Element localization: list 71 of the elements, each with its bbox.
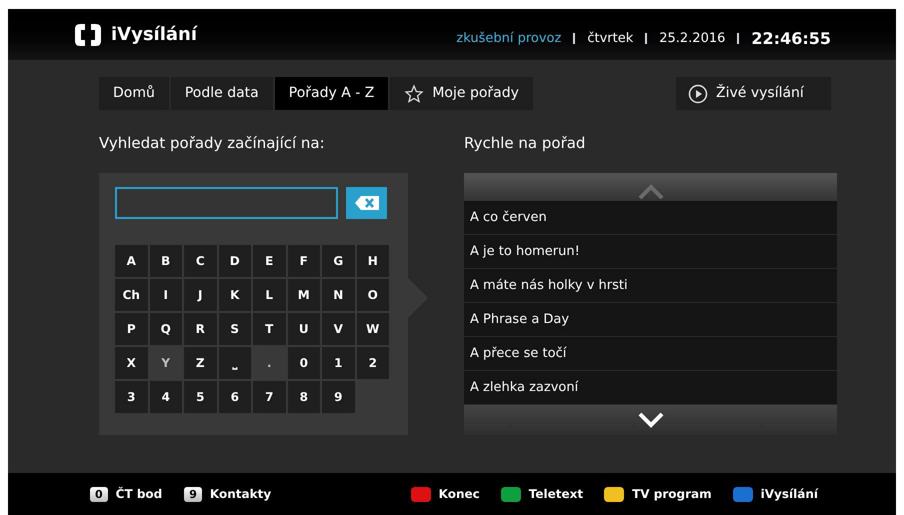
keyboard-key[interactable]: G	[322, 245, 354, 277]
program-item[interactable]: A přece se točí	[464, 337, 837, 371]
footer-label: Teletext	[528, 486, 584, 503]
play-icon	[688, 84, 708, 104]
keyboard-key[interactable]: I	[150, 279, 182, 311]
keyboard-key[interactable]: E	[253, 245, 286, 277]
keyboard-key[interactable]: F	[288, 245, 320, 277]
footer-label: iVysílání	[760, 486, 818, 503]
remote-key: 9	[184, 486, 202, 502]
keyboard-key[interactable]: S	[218, 313, 251, 345]
keyboard-key[interactable]: 9	[322, 381, 354, 413]
keyboard-key[interactable]: A	[115, 245, 148, 277]
keyboard-key[interactable]: 2	[356, 347, 389, 379]
keyboard-key[interactable]: L	[253, 279, 286, 311]
star-icon	[404, 84, 424, 104]
keyboard-key[interactable]: 6	[218, 381, 251, 413]
keyboard-key[interactable]: N	[322, 279, 354, 311]
chevron-down-icon[interactable]	[638, 412, 664, 428]
keyboard-key[interactable]: C	[184, 245, 216, 277]
keyboard-key[interactable]: X	[115, 347, 148, 379]
nav-tab[interactable]: Moje pořady	[390, 77, 533, 110]
footer-label: ČT bod	[116, 486, 162, 503]
nav-tab[interactable]: Podle data	[170, 77, 273, 110]
logo-icon	[73, 22, 103, 48]
keyboard-key[interactable]: 1	[322, 347, 354, 379]
footer-label: Konec	[438, 486, 480, 503]
program-item[interactable]: A co červen	[464, 201, 837, 235]
keyboard-key[interactable]: 8	[288, 381, 320, 413]
keyboard-key[interactable]: T	[253, 313, 286, 345]
keyboard-key[interactable]: B	[150, 245, 182, 277]
quick-heading: Rychle na pořad	[464, 133, 586, 152]
clock: 22:46:55	[751, 28, 831, 50]
keyboard-key[interactable]: U	[288, 313, 320, 345]
footer-label: TV program	[632, 486, 712, 503]
keyboard-key[interactable]: K	[218, 279, 251, 311]
nav-tab[interactable]: Pořady A - Z	[274, 77, 388, 110]
keyboard-key[interactable]: M	[288, 279, 320, 311]
keyboard-key[interactable]: Ch	[115, 279, 148, 311]
keyboard-key[interactable]: P	[115, 313, 148, 345]
remote-key: 0	[90, 486, 108, 502]
keyboard-key[interactable]: H	[356, 245, 389, 277]
mode-label: zkušební provoz	[456, 30, 562, 48]
keyboard-key[interactable]: 5	[184, 381, 216, 413]
nav-tab[interactable]: Domů	[99, 77, 169, 110]
logo-text: iVysílání	[111, 23, 198, 47]
backspace-icon	[354, 196, 378, 210]
keyboard-key[interactable]: Z	[184, 347, 216, 379]
keyboard-key[interactable]: D	[218, 245, 251, 277]
search-field[interactable]	[115, 187, 338, 219]
keyboard-key[interactable]: J	[184, 279, 216, 311]
backspace-button[interactable]	[346, 187, 387, 219]
keyboard-key[interactable]: V	[322, 313, 354, 345]
keyboard-key[interactable]: 4	[150, 381, 182, 413]
program-item[interactable]: A Phrase a Day	[464, 303, 837, 337]
search-heading: Vyhledat pořady začínající na:	[99, 133, 326, 152]
keyboard-key[interactable]: 7	[253, 381, 286, 413]
keyboard-key[interactable]: R	[184, 313, 216, 345]
footer-label: Kontakty	[210, 486, 272, 503]
date-label: 25.2.2016	[659, 30, 726, 48]
live-button[interactable]: Živé vysílání	[676, 77, 831, 110]
keyboard-key[interactable]: 3	[115, 381, 148, 413]
keyboard-key[interactable]: W	[356, 313, 389, 345]
scroll-up-button[interactable]	[464, 173, 837, 201]
keyboard-key[interactable]: O	[356, 279, 389, 311]
keyboard-key[interactable]: 0	[288, 347, 320, 379]
program-item[interactable]: A zlehka zazvoní	[464, 371, 837, 405]
program-item[interactable]: A je to homerun!	[464, 235, 837, 269]
program-item[interactable]: A máte nás holky v hrsti	[464, 269, 837, 303]
keyboard-key[interactable]: Q	[150, 313, 182, 345]
day-label: čtvrtek	[587, 30, 634, 48]
keyboard-key[interactable]: ⎵	[218, 347, 251, 379]
